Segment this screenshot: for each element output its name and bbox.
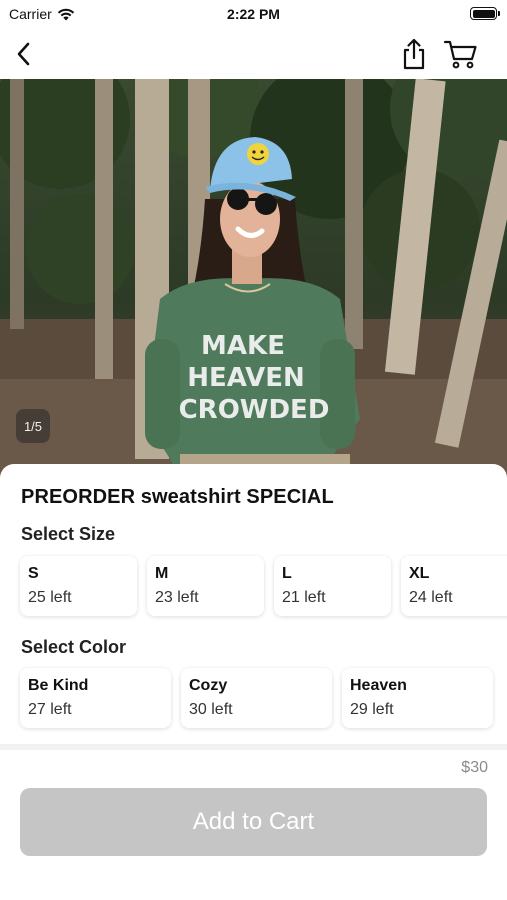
status-time: 2:22 PM	[227, 6, 280, 22]
size-stock: 24 left	[409, 589, 453, 606]
size-name: M	[155, 565, 169, 582]
size-stock: 25 left	[28, 589, 72, 606]
color-name: Heaven	[350, 677, 407, 694]
product-title: PREORDER sweatshirt SPECIAL	[21, 486, 334, 508]
share-button[interactable]	[396, 36, 432, 72]
color-name: Be Kind	[28, 677, 89, 694]
add-to-cart-button[interactable]: Add to Cart	[20, 788, 487, 856]
product-photo: MAKE HEAVEN CROWDED	[0, 79, 507, 479]
size-name: L	[282, 565, 292, 582]
color-option-heaven[interactable]: Heaven 29 left	[342, 668, 493, 728]
product-image[interactable]: MAKE HEAVEN CROWDED 1/5	[0, 79, 507, 479]
chevron-left-icon	[17, 42, 30, 66]
shirt-text-line2: HEAVEN	[187, 363, 305, 393]
size-stock: 23 left	[155, 589, 199, 606]
color-stock: 27 left	[28, 701, 72, 718]
footer-divider	[0, 744, 507, 750]
shirt-text-line1: MAKE	[201, 331, 285, 361]
product-sheet: PREORDER sweatshirt SPECIAL Select Size …	[0, 464, 507, 749]
size-option-m[interactable]: M 23 left	[147, 556, 264, 616]
price-label: $30	[461, 759, 488, 776]
size-option-l[interactable]: L 21 left	[274, 556, 391, 616]
cart-button[interactable]	[443, 36, 479, 72]
size-section-label: Select Size	[21, 524, 116, 544]
color-options: Be Kind 27 left Cozy 30 left Heaven 29 l…	[20, 668, 493, 728]
size-name: S	[28, 565, 39, 582]
color-name: Cozy	[189, 677, 228, 694]
color-option-cozy[interactable]: Cozy 30 left	[181, 668, 332, 728]
shirt-text-line3: CROWDED	[179, 395, 330, 425]
cart-icon	[443, 40, 477, 69]
color-stock: 29 left	[350, 701, 394, 718]
color-stock: 30 left	[189, 701, 233, 718]
size-stock: 21 left	[282, 589, 326, 606]
status-bar: Carrier 2:22 PM	[0, 0, 507, 28]
image-counter: 1/5	[16, 409, 50, 443]
battery-icon	[470, 7, 500, 20]
size-option-s[interactable]: S 25 left	[20, 556, 137, 616]
back-button[interactable]	[6, 36, 42, 72]
color-option-be-kind[interactable]: Be Kind 27 left	[20, 668, 171, 728]
size-option-xl[interactable]: XL 24 left	[401, 556, 507, 616]
share-icon	[403, 38, 425, 70]
size-name: XL	[409, 565, 430, 582]
size-options: S 25 left M 23 left L 21 left XL 24 left	[20, 556, 507, 616]
color-section-label: Select Color	[21, 637, 127, 657]
nav-bar	[0, 28, 507, 79]
